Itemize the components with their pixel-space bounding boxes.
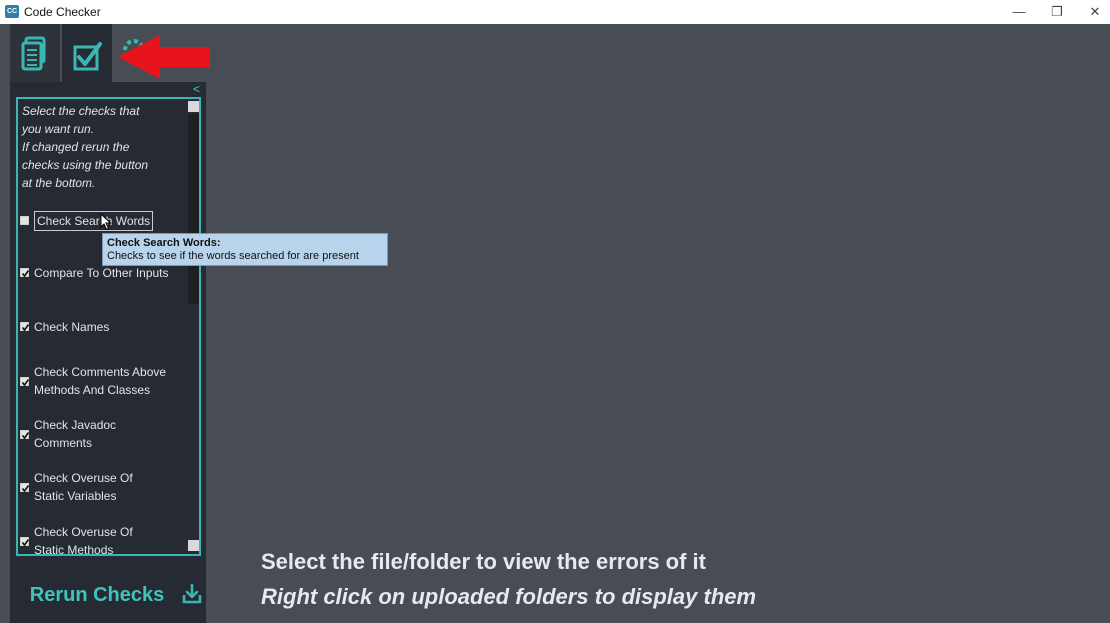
checkmark-icon — [21, 539, 30, 547]
scroll-up-button[interactable] — [188, 101, 199, 112]
main-message: Select the file/folder to view the error… — [261, 549, 706, 574]
checkbox-static-variables[interactable] — [20, 483, 30, 493]
app-icon: CC — [5, 5, 19, 18]
checks-panel: Select the checks that you want run. If … — [16, 97, 201, 556]
scrollbar[interactable] — [186, 99, 199, 554]
scroll-thumb[interactable] — [188, 114, 199, 304]
restore-button[interactable]: ❐ — [1042, 2, 1072, 22]
main-hint: Right click on uploaded folders to displ… — [261, 584, 757, 609]
checkmark-icon — [21, 324, 30, 332]
tooltip: Check Search Words: Checks to see if the… — [102, 233, 388, 266]
scroll-down-button[interactable] — [188, 540, 199, 551]
check-label: Check Overuse Of Static Variables — [34, 471, 133, 503]
title-bar: CC Code Checker — ❐ ✕ — [0, 0, 1110, 24]
tab-files[interactable] — [10, 24, 60, 82]
checkbox-icon — [73, 42, 102, 71]
document-icon — [21, 36, 46, 71]
checkmark-icon — [21, 379, 30, 387]
checkbox-javadoc[interactable] — [20, 430, 30, 440]
checkbox-comments[interactable] — [20, 377, 30, 387]
download-icon[interactable] — [181, 583, 203, 605]
check-label: Check Search Words — [34, 211, 154, 231]
rerun-checks-button[interactable]: Rerun Checks — [18, 567, 176, 621]
check-label: Check Names — [34, 320, 110, 334]
tab-checks[interactable] — [62, 24, 112, 82]
check-label: Check Comments Above Methods And Classes — [34, 365, 167, 397]
checks-intro-text: Select the checks that you want run. If … — [22, 104, 149, 190]
checkmark-icon — [21, 432, 30, 440]
collapse-button[interactable]: < — [193, 82, 200, 96]
tooltip-title: Check Search Words: — [107, 237, 221, 249]
window-title: Code Checker — [24, 5, 101, 19]
check-label: Check Javadoc Comments — [34, 418, 117, 450]
checkbox-compare-inputs[interactable] — [20, 268, 30, 278]
check-label: Check Overuse Of Static Methods — [34, 525, 133, 556]
check-label: Compare To Other Inputs — [34, 266, 169, 280]
minimize-button[interactable]: — — [1004, 2, 1034, 22]
checkmark-icon — [21, 485, 30, 493]
checkbox-names[interactable] — [20, 322, 30, 332]
mouse-cursor-icon — [100, 213, 112, 231]
red-arrow-icon — [118, 35, 210, 79]
checkbox-search-words[interactable] — [20, 216, 29, 225]
tooltip-body: Checks to see if the words searched for … — [107, 250, 359, 262]
checkbox-static-methods[interactable] — [20, 537, 30, 547]
checkmark-icon — [21, 270, 30, 278]
close-button[interactable]: ✕ — [1080, 2, 1110, 22]
